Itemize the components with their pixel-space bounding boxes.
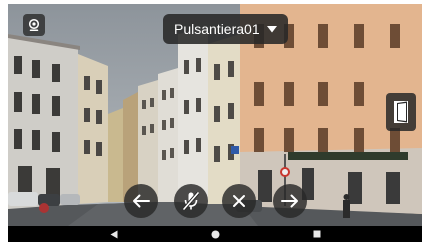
app-window: Pulsantiera01 [8, 4, 422, 242]
snapshot-button[interactable] [23, 14, 45, 36]
device-selector-label: Pulsantiera01 [174, 21, 260, 37]
system-navigation-bar [8, 226, 422, 242]
close-icon [233, 195, 245, 207]
nav-recents-button[interactable] [311, 229, 323, 239]
open-door-button[interactable] [386, 93, 416, 131]
caret-down-icon [266, 25, 277, 32]
camera-lens-icon [28, 18, 40, 31]
door-icon [394, 101, 408, 123]
mic-off-icon [182, 191, 200, 211]
close-button[interactable] [222, 184, 256, 218]
recents-square-icon [313, 230, 321, 238]
microphone-toggle-button[interactable] [174, 184, 208, 218]
previous-camera-button[interactable] [124, 184, 158, 218]
back-triangle-icon [110, 230, 118, 238]
next-camera-button[interactable] [273, 184, 307, 218]
arrow-left-icon [133, 194, 150, 208]
device-selector-dropdown[interactable]: Pulsantiera01 [163, 14, 288, 44]
arrow-right-icon [281, 194, 298, 208]
nav-home-button[interactable] [209, 229, 221, 239]
home-circle-icon [211, 230, 219, 238]
nav-back-button[interactable] [108, 229, 120, 239]
